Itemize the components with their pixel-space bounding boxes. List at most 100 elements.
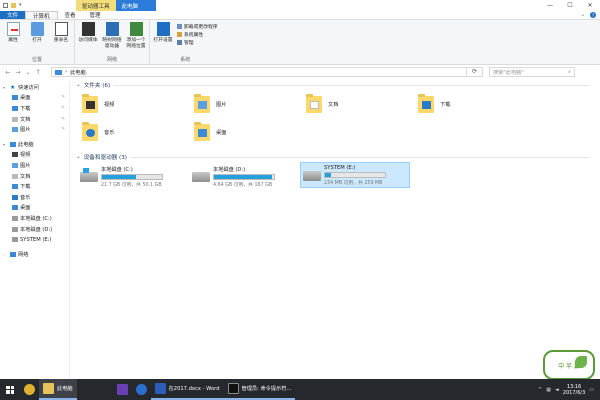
- open-button[interactable]: 打开: [27, 22, 47, 56]
- new-folder-quick-icon[interactable]: [11, 3, 16, 8]
- folder-videos[interactable]: 视频: [82, 94, 114, 113]
- path-box[interactable]: › 此电脑 ⟳: [51, 67, 483, 77]
- folder-music[interactable]: 音乐: [82, 122, 114, 141]
- nav-this-pc[interactable]: ▾ 此电脑: [0, 139, 69, 150]
- drive-icon: [303, 171, 321, 181]
- chevron-down-icon[interactable]: ▾: [3, 85, 8, 90]
- uninstall-programs-button[interactable]: 卸载或更改程序: [177, 23, 218, 30]
- nav-quick-access[interactable]: ▾ ★ 快速访问: [0, 82, 69, 93]
- chevron-down-icon[interactable]: ⌄: [76, 82, 81, 88]
- properties-quick-icon[interactable]: [3, 3, 8, 8]
- word-icon: [154, 383, 166, 394]
- taskbar-cmd[interactable]: 管理员: 命令提示符...: [223, 379, 296, 400]
- taskbar-explorer[interactable]: 此电脑: [39, 379, 77, 400]
- folders-section-header[interactable]: ⌄ 文件夹 (6): [72, 80, 600, 90]
- folder-downloads[interactable]: 下载: [418, 94, 450, 113]
- nav-drive-e[interactable]: SYSTEM (E:): [0, 234, 69, 245]
- open-settings-button[interactable]: 打开设置: [153, 22, 173, 56]
- tab-computer[interactable]: 计算机: [25, 11, 58, 20]
- pin-icon: ✎: [61, 105, 65, 111]
- path-chevron-icon[interactable]: ›: [65, 69, 67, 75]
- tab-view[interactable]: 查看: [58, 11, 83, 19]
- forward-arrow-icon[interactable]: →: [13, 69, 23, 76]
- videos-folder-icon: [82, 94, 98, 113]
- downloads-folder-icon: [418, 94, 434, 113]
- content-pane: ⌄ 文件夹 (6) 视频 图片 文档 下载 音乐 桌面 ⌄ 设备和驱动器 (3)…: [72, 80, 600, 380]
- documents-folder-icon: [306, 94, 322, 113]
- videos-icon: [12, 152, 18, 158]
- maximize-button[interactable]: ☐: [560, 0, 580, 11]
- add-network-location-button[interactable]: 添加一个网络位置: [126, 22, 146, 56]
- nav-videos[interactable]: 视频: [0, 150, 69, 161]
- ribbon-tabs: 文件 计算机 查看 管理 ⌄ ?: [0, 11, 600, 20]
- clock[interactable]: 13:16 2017/6/3: [563, 384, 585, 396]
- minimize-button[interactable]: —: [540, 0, 560, 11]
- refresh-icon[interactable]: ⟳: [466, 68, 482, 76]
- nav-quick-documents[interactable]: 文档 ✎: [0, 114, 69, 125]
- window-title: 此电脑: [115, 0, 156, 11]
- tab-file[interactable]: 文件: [0, 11, 26, 19]
- collapse-ribbon-icon[interactable]: ⌄: [581, 12, 585, 18]
- this-pc-icon: [55, 69, 62, 75]
- folders-grid: 视频 图片 文档 下载 音乐 桌面: [72, 90, 600, 152]
- map-drive-icon: [105, 22, 119, 36]
- drive-icon: [12, 237, 18, 243]
- folder-desktop[interactable]: 桌面: [194, 122, 226, 141]
- folder-documents[interactable]: 文档: [306, 94, 338, 113]
- system-properties-button[interactable]: 系统属性: [177, 31, 218, 38]
- nav-music[interactable]: 音乐: [0, 192, 69, 203]
- drive-e[interactable]: SYSTEM (E:) 234 MB 可用，共 259 MB: [300, 162, 410, 188]
- taskbar-help[interactable]: [132, 379, 151, 400]
- desktop-folder-icon: [194, 122, 210, 141]
- back-arrow-icon[interactable]: ←: [3, 69, 13, 76]
- windows-logo-icon: [6, 385, 14, 394]
- drive-d[interactable]: 本地磁盘 (D:) 4.64 GB 可用，共 167 GB: [190, 164, 277, 190]
- manage-button[interactable]: 管理: [177, 39, 218, 46]
- drive-tools-context-tab[interactable]: 驱动器工具: [76, 0, 116, 11]
- nav-documents[interactable]: 文档: [0, 171, 69, 182]
- nav-pictures[interactable]: 图片: [0, 160, 69, 171]
- pictures-icon: [12, 127, 18, 133]
- nav-quick-desktop[interactable]: 桌面 ✎: [0, 93, 69, 104]
- network-tray-icon[interactable]: ▦: [546, 387, 551, 393]
- close-button[interactable]: ✕: [580, 0, 600, 11]
- search-input[interactable]: 搜索"此电脑" ⌕: [489, 67, 575, 77]
- nav-drive-c[interactable]: 本地磁盘 (C:): [0, 213, 69, 224]
- chrome-icon: [24, 384, 35, 395]
- drives-section-header[interactable]: ⌄ 设备和驱动器 (3): [72, 152, 600, 162]
- taskbar-word[interactable]: 在2017.docx - Word: [150, 379, 224, 400]
- pictures-icon: [12, 162, 18, 168]
- volume-icon[interactable]: ◄: [555, 387, 559, 393]
- quick-access-dropdown-icon[interactable]: ▾: [19, 3, 24, 8]
- path-segment[interactable]: 此电脑: [70, 69, 86, 76]
- nav-quick-pictures[interactable]: 图片 ✎: [0, 124, 69, 135]
- ribbon-group-location: 属性 打开 重命名 位置: [0, 20, 75, 64]
- up-arrow-icon[interactable]: ↑: [33, 69, 43, 76]
- folder-pictures[interactable]: 图片: [194, 94, 226, 113]
- nav-drive-d[interactable]: 本地磁盘 (D:): [0, 224, 69, 235]
- address-bar: ← → ⌄ ↑ › 此电脑 ⟳ 搜索"此电脑" ⌕: [0, 65, 600, 79]
- taskbar-visual-studio[interactable]: [113, 379, 132, 400]
- tab-manage[interactable]: 管理: [83, 11, 108, 19]
- rename-button[interactable]: 重命名: [51, 22, 71, 56]
- nav-desktop[interactable]: 桌面: [0, 203, 69, 214]
- properties-button[interactable]: 属性: [3, 22, 23, 56]
- nav-network[interactable]: › 网络: [0, 249, 69, 260]
- notifications-icon[interactable]: ▭: [589, 387, 594, 393]
- rename-icon: [54, 22, 68, 36]
- chevron-down-icon[interactable]: ▾: [3, 142, 8, 147]
- taskbar-chrome[interactable]: [20, 379, 39, 400]
- chevron-right-icon[interactable]: ›: [3, 252, 8, 257]
- nav-quick-downloads[interactable]: 下载 ✎: [0, 103, 69, 114]
- recent-dropdown-icon[interactable]: ⌄: [23, 69, 33, 76]
- access-media-button[interactable]: 访问媒体: [78, 22, 98, 56]
- start-button[interactable]: [0, 379, 20, 400]
- drive-c[interactable]: 本地磁盘 (C:) 21.7 GB 可用，共 50.1 GB: [78, 164, 165, 190]
- nav-downloads[interactable]: 下载: [0, 181, 69, 192]
- navigation-pane: ▾ ★ 快速访问 桌面 ✎ 下载 ✎ 文档 ✎ 图片 ✎ ▾ 此电脑 视频 图片…: [0, 82, 70, 382]
- chevron-down-icon[interactable]: ⌄: [76, 154, 81, 160]
- command-prompt-icon: [227, 383, 239, 394]
- map-network-drive-button[interactable]: 映射网络驱动器: [102, 22, 122, 56]
- tray-expand-icon[interactable]: ^: [538, 387, 542, 393]
- help-icon[interactable]: ?: [590, 12, 596, 18]
